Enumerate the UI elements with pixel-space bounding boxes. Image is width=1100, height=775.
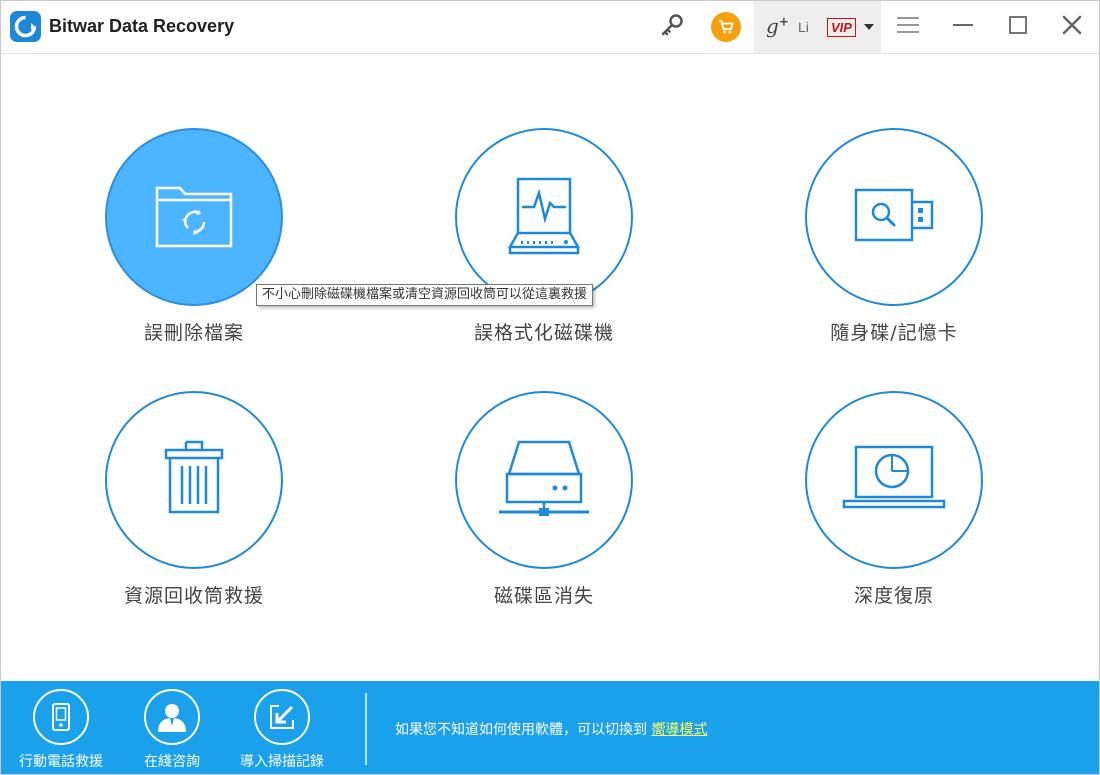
laptop-scan-icon — [842, 445, 946, 515]
bottom-item-label: 在綫咨詢 — [144, 754, 200, 770]
network-drive-icon — [497, 438, 591, 522]
app-title: Bitwar Data Recovery — [49, 16, 235, 36]
bottom-item-label: 行動電話救援 — [19, 754, 103, 770]
mode-label: 隨身碟/記憶卡 — [830, 322, 958, 344]
user-account-area[interactable]: g+ Li VIP — [754, 1, 881, 53]
mode-circle[interactable] — [105, 128, 283, 306]
support-agent-icon — [144, 689, 200, 745]
bottom-item-label: 導入掃描記錄 — [240, 754, 324, 770]
cart-icon — [711, 12, 741, 42]
close-icon — [1062, 15, 1082, 39]
google-plus-icon: g+ — [766, 14, 789, 38]
minimize-icon — [951, 16, 975, 38]
online-support-button[interactable]: 在綫咨詢 — [122, 689, 222, 771]
key-button[interactable] — [656, 11, 688, 43]
wizard-hint: 如果您不知道如何使用軟體，可以切換到 嚮導模式 — [395, 719, 707, 739]
bottom-bar: 行動電話救援 在綫咨詢 導入掃描記錄 如果您不知道如何使用軟體，可以切換到 嚮導… — [1, 681, 1099, 774]
divider — [365, 693, 367, 765]
mode-label: 深度復原 — [853, 585, 934, 607]
maximize-button[interactable] — [1003, 11, 1033, 43]
mode-deep-recovery[interactable]: 深度復原 — [744, 391, 1044, 611]
drive-pulse-icon — [506, 175, 582, 259]
mode-label: 資源回收筒救援 — [123, 585, 264, 607]
mode-usb-memory-card[interactable]: 隨身碟/記憶卡 — [744, 128, 1044, 348]
app-logo-icon — [10, 11, 41, 42]
import-scan-button[interactable]: 導入掃描記錄 — [232, 689, 332, 771]
tooltip: 不小心刪除磁碟機檔案或清空資源回收筒可以從這裏救援 — [256, 284, 594, 306]
close-button[interactable] — [1057, 11, 1087, 43]
vip-badge: VIP — [827, 18, 856, 37]
mode-circle[interactable] — [455, 391, 633, 569]
wizard-mode-link[interactable]: 嚮導模式 — [651, 722, 707, 738]
maximize-icon — [1008, 15, 1028, 39]
chevron-down-icon[interactable] — [864, 24, 874, 30]
hint-text: 如果您不知道如何使用軟體，可以切換到 — [395, 722, 647, 738]
title-bar: Bitwar Data Recovery g+ Li VIP — [1, 1, 1099, 54]
mode-circle[interactable] — [805, 128, 983, 306]
minimize-button[interactable] — [948, 11, 978, 43]
cart-button[interactable] — [710, 11, 742, 43]
menu-button[interactable] — [893, 11, 923, 43]
mode-circle[interactable] — [455, 128, 633, 306]
app-window: Bitwar Data Recovery g+ Li VIP 誤刪除檔案 誤格式… — [0, 0, 1100, 775]
mode-circle[interactable] — [805, 391, 983, 569]
mode-label: 誤格式化磁碟機 — [473, 322, 614, 344]
usb-drive-icon — [854, 188, 934, 246]
mode-circle[interactable] — [105, 391, 283, 569]
recycle-folder-icon — [154, 180, 234, 254]
key-icon — [659, 12, 685, 42]
phone-recovery-button[interactable]: 行動電話救援 — [11, 689, 111, 771]
trash-bin-icon — [164, 440, 224, 520]
mode-deleted-files[interactable]: 誤刪除檔案 — [44, 128, 344, 348]
import-icon — [254, 689, 310, 745]
user-name: Li — [798, 19, 809, 35]
mode-label: 磁碟區消失 — [493, 585, 594, 607]
mode-formatted-drive[interactable]: 誤格式化磁碟機 — [394, 128, 694, 348]
mode-recycle-bin[interactable]: 資源回收筒救援 — [44, 391, 344, 611]
mode-lost-partition[interactable]: 磁碟區消失 — [394, 391, 694, 611]
mode-label: 誤刪除檔案 — [143, 322, 244, 344]
phone-icon — [33, 689, 89, 745]
menu-icon — [896, 16, 920, 38]
